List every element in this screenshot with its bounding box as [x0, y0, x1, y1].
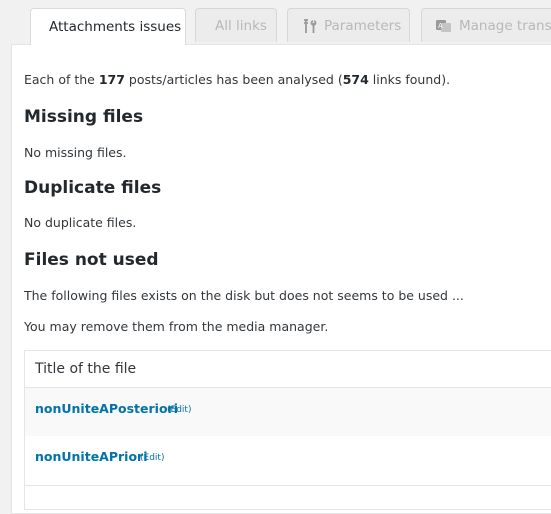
tab-all-links[interactable]: All links — [195, 8, 277, 42]
missing-files-heading: Missing files — [24, 107, 144, 127]
remove-hint-text: You may remove them from the media manag… — [24, 319, 329, 334]
tab-label: Manage translations — [459, 17, 551, 34]
table-row: nonUniteAPriori (Edit) — [25, 436, 551, 486]
file-link[interactable]: nonUniteAPosteriori — [35, 401, 178, 416]
translate-icon: A — [435, 18, 453, 34]
edit-link[interactable]: (Edit) — [140, 453, 164, 463]
column-title-header: Title of the file — [35, 361, 137, 377]
edit-link[interactable]: (Edit) — [167, 405, 191, 415]
missing-files-text: No missing files. — [24, 145, 127, 160]
svg-text:A: A — [438, 22, 443, 30]
file-link[interactable]: nonUniteAPriori — [35, 449, 148, 464]
tab-bar: Attachments issues All links Parameters … — [0, 0, 551, 45]
duplicate-files-text: No duplicate files. — [24, 215, 137, 230]
files-not-used-heading: Files not used — [24, 250, 159, 270]
tab-label: Attachments issues — [49, 19, 182, 35]
tab-parameters[interactable]: Parameters — [287, 8, 410, 42]
tab-label: Parameters — [324, 17, 402, 34]
table-row: nonUniteAPosteriori (Edit) — [25, 388, 551, 436]
tab-attachments-issues[interactable]: Attachments issues — [30, 8, 186, 45]
links-count: 574 — [342, 72, 369, 87]
tools-icon — [302, 18, 318, 34]
tab-label: All links — [215, 17, 267, 34]
unused-files-table: Title of the file nonUniteAPosteriori (E… — [24, 350, 551, 510]
files-not-used-text: The following files exists on the disk b… — [24, 288, 464, 303]
posts-count: 177 — [98, 72, 125, 87]
analysis-summary: Each of the 177 posts/articles has been … — [24, 72, 451, 87]
duplicate-files-heading: Duplicate files — [24, 178, 162, 198]
tab-manage-translations[interactable]: A Manage translations — [421, 8, 551, 42]
table-header: Title of the file — [25, 351, 551, 388]
